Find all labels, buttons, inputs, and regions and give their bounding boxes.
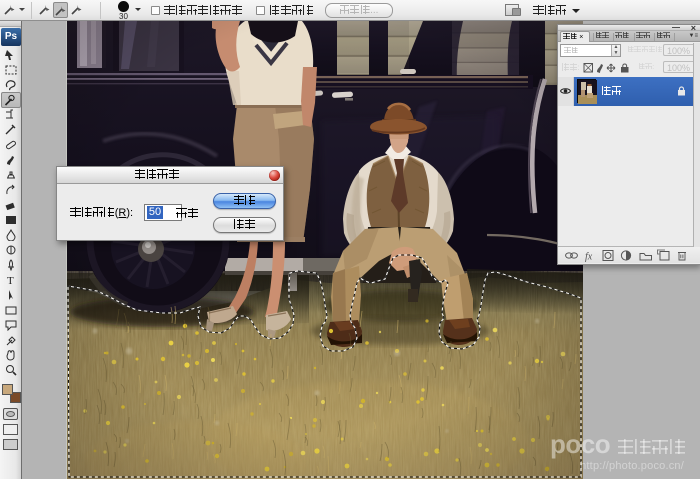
svg-text:fx: fx [585,252,593,263]
svg-text:T: T [7,275,14,286]
